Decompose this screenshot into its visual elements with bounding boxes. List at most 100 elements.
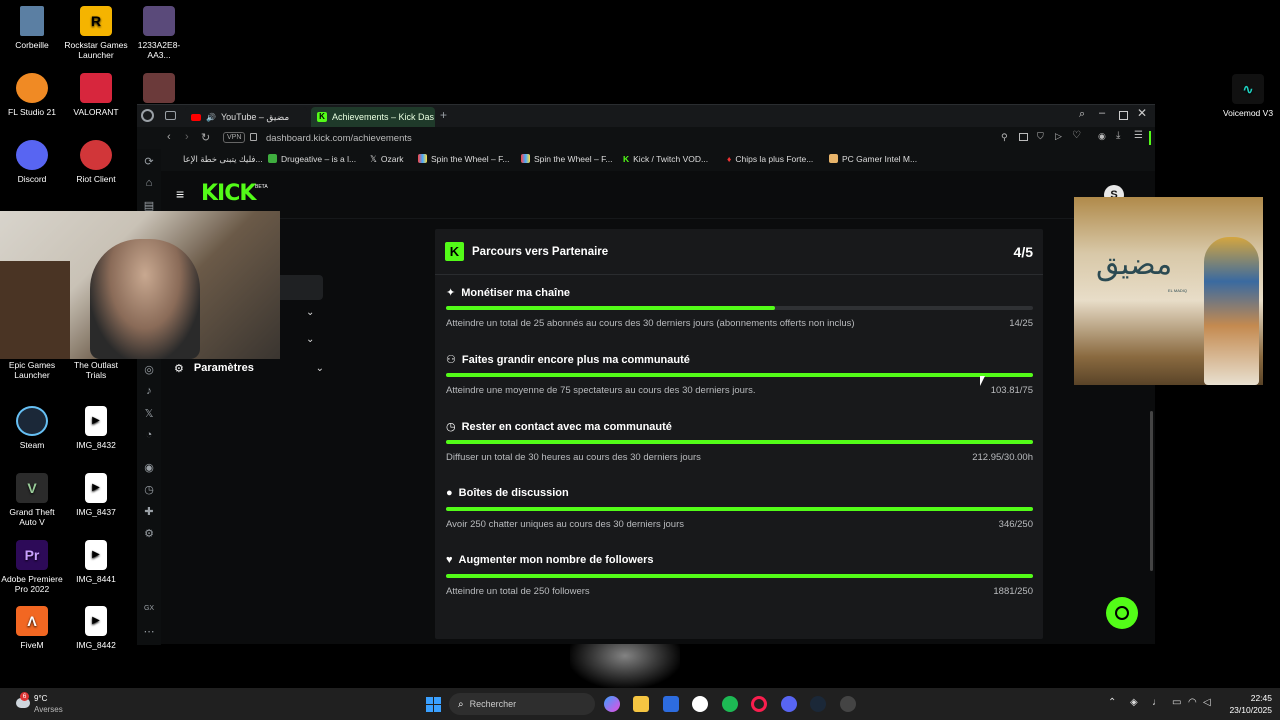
tray-monitor-icon[interactable]: ▭ [1172,697,1181,708]
desktop-icon-img-8442[interactable]: ▶ IMG_8442 [64,606,128,650]
discord-taskbar-icon[interactable] [781,696,797,712]
extensions-icon[interactable]: ✚ [141,505,157,519]
desktop-icon-premiere[interactable]: Pr Adobe Premiere Pro 2022 [0,540,64,594]
desktop-icon-img-8441[interactable]: ▶ IMG_8441 [64,540,128,584]
spotify-icon[interactable] [722,696,738,712]
tray-wifi-icon[interactable]: ◠ [1188,697,1197,708]
sidebar-chevron-1[interactable]: ⌄ [306,307,314,318]
fivem-icon: Λ [16,606,48,636]
snapshot-icon[interactable]: ⚲ [1001,132,1008,143]
copilot-icon[interactable] [604,696,620,712]
tiktok-icon[interactable]: ♪ [141,385,157,399]
kick-k-icon: K [445,242,464,261]
instagram-icon[interactable]: ◎ [141,363,157,377]
desktop-icon-epic[interactable]: Epic Games Launcher [0,360,64,380]
x-twitter-icon[interactable]: 𝕏 [141,407,157,421]
search-icon: ⌕ [458,698,464,710]
tab-switcher-icon[interactable] [165,111,176,120]
desktop-icon-game-thumb[interactable] [127,73,191,107]
desktop-icon-discord[interactable]: Discord [0,140,64,184]
kick-logo[interactable]: KICK [201,181,256,206]
desktop-icon-file-1233[interactable]: 1233A2E8-AA3... [127,6,191,60]
desktop-icon-fivem[interactable]: Λ FiveM [0,606,64,650]
gx-store-icon[interactable]: ⌂ [141,177,157,191]
hamburger-menu-icon[interactable]: ≡ [176,186,184,202]
support-chat-button[interactable] [1106,597,1138,629]
bookmark-5[interactable]: K Kick / Twitch VOD... [623,154,708,164]
desktop-icon-voicemod[interactable]: ∿ Voicemod V3 [1216,74,1280,118]
heart-outline-icon[interactable]: ♡ [1072,130,1081,141]
tab-kick-achievements[interactable]: K Achievements – Kick Das [311,107,435,127]
vpn-badge[interactable]: VPN [223,132,246,143]
taskbar-search[interactable]: ⌕ Rechercher [449,693,595,715]
webcam-overlay [0,211,280,359]
pip-icon[interactable] [1019,133,1028,141]
tray-network-icon[interactable]: ◈ [1130,697,1138,708]
tray-chevron-icon[interactable]: ⌃ [1108,697,1116,708]
desktop-icon-steam[interactable]: Steam [0,406,64,450]
desktop-icon-gta[interactable]: V Grand Theft Auto V [0,473,64,527]
file-explorer-icon[interactable] [633,696,649,712]
tray-volume-icon[interactable]: ◁ [1203,697,1211,708]
tray-mic-icon[interactable]: ♩ [1152,697,1162,708]
url-field[interactable]: dashboard.kick.com/achievements [266,133,412,144]
overlay-caption-small: EL MADIQ [1168,288,1187,293]
kick-header: ≡ KICK BETA S [161,171,1155,219]
bookmark-2[interactable]: 𝕏 Ozark [370,154,404,165]
bookmark-1[interactable]: Drugeative – is a l... [268,154,356,164]
reload-icon[interactable]: ↻ [201,131,210,144]
bookmark-4[interactable]: Spin the Wheel – F... [521,154,612,164]
more-icon[interactable]: ⋯ [141,625,157,639]
opera-gx-taskbar-icon[interactable] [751,696,767,712]
recycle-bin-icon [20,6,44,36]
chips-favicon: ♦ [727,154,732,164]
profile-icon[interactable]: ◉ [1098,131,1106,142]
close-window-button[interactable]: ✕ [1137,106,1147,120]
gx-control-icon[interactable]: ⟳ [141,155,157,169]
steam-taskbar-icon[interactable] [810,696,826,712]
settings-gear-icon[interactable]: ⚙ [141,527,157,541]
history-icon[interactable]: ◷ [141,483,157,497]
app-taskbar-icon[interactable] [840,696,856,712]
search-tabs-icon[interactable]: ⌕ [1079,108,1085,121]
store-icon[interactable] [663,696,679,712]
download-icon[interactable]: ⤓ [1116,130,1120,141]
sidebar-chevron-2[interactable]: ⌄ [306,334,314,345]
desktop-icon-rockstar[interactable]: R Rockstar Games Launcher [64,6,128,60]
desktop-icon-outlast[interactable]: The Outlast Trials [64,360,128,380]
weather-widget[interactable]: 6 9°C Averses [14,692,74,716]
desktop-icon-recycle-bin[interactable]: Corbeille [0,6,64,50]
discord-sidebar-icon[interactable]: ◔ [141,429,157,443]
shield-icon[interactable]: ⛉ [1037,131,1044,142]
desktop-icon-fl-studio[interactable]: FL Studio 21 [0,73,64,117]
windows-start-icon[interactable] [426,697,441,712]
gear-icon: ⚙ [174,362,184,375]
bookmark-7[interactable]: PC Gamer Intel M... [829,154,917,164]
opera-gx-icon[interactable] [141,109,154,122]
forward-icon[interactable]: › [185,131,189,143]
sidebar-item-settings[interactable]: ⚙ Paramètres ⌄ [174,360,324,376]
bookmark-6[interactable]: ♦ Chips la plus Forte... [727,154,813,164]
new-tab-button[interactable]: + [440,108,447,122]
bookmark-3[interactable]: Spin the Wheel – F... [418,154,509,164]
xbox-icon[interactable] [692,696,708,712]
kick-beta-badge: BETA [255,184,268,190]
desktop-icon-valorant[interactable]: VALORANT [64,73,128,117]
panel-header: K Parcours vers Partenaire 4/5 [435,229,1043,275]
weather-temp: 9°C [34,694,48,703]
desktop-icon-riot[interactable]: Riot Client [64,140,128,184]
menu-icon[interactable]: ☰ [1134,130,1143,141]
tab-youtube[interactable]: 🔊 YouTube – مضيق [185,107,307,127]
play-icon[interactable]: ▷ [1055,131,1062,142]
back-icon[interactable]: ‹ [167,131,171,143]
speaker-icon: 🔊 [206,112,216,122]
page-scrollbar[interactable] [1150,411,1153,571]
minimize-button[interactable]: – [1099,107,1105,119]
youtube-icon [191,113,201,121]
taskbar-clock[interactable]: 22:45 23/10/2025 [1222,692,1272,716]
maximize-button[interactable] [1119,111,1128,120]
bookmark-0[interactable]: فليك يتبنى خطة الإعا... [183,154,263,165]
desktop-icon-img-8432[interactable]: ▶ IMG_8432 [64,406,128,450]
desktop-icon-img-8437[interactable]: ▶ IMG_8437 [64,473,128,517]
player-icon[interactable]: ◉ [141,461,157,475]
